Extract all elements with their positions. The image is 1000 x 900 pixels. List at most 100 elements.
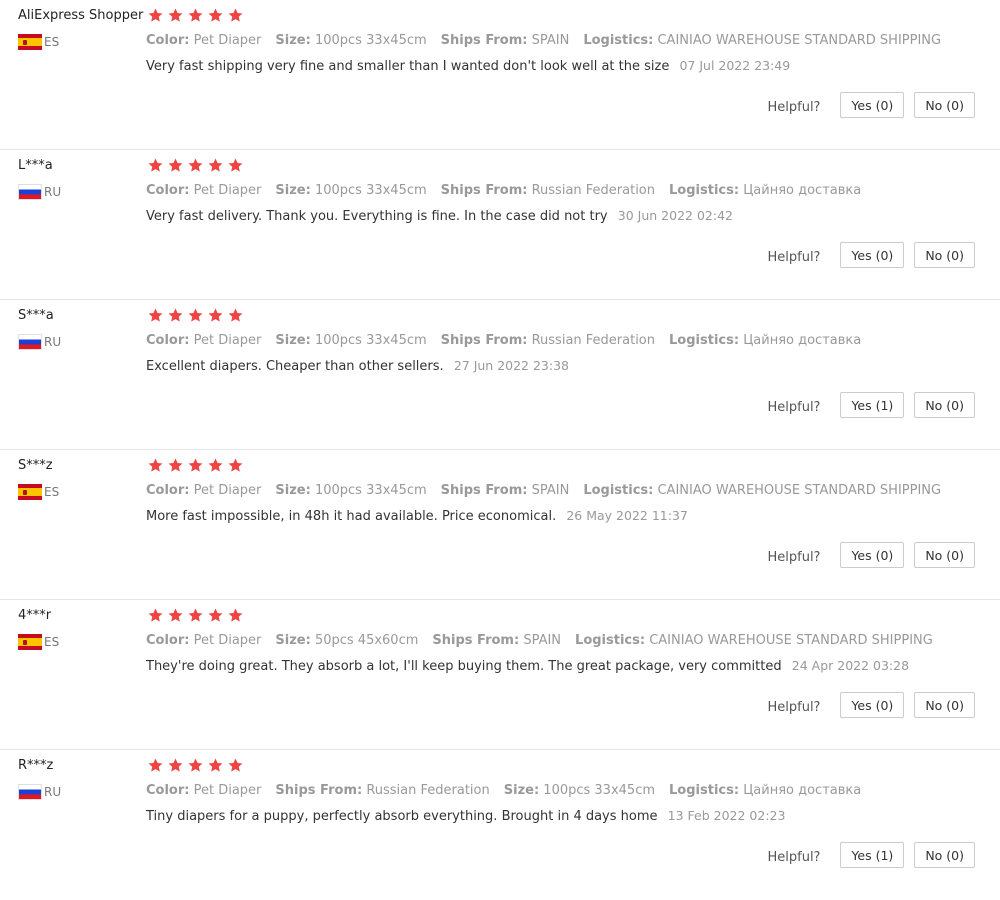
attribute-key: Size: xyxy=(275,183,311,198)
product-attributes: Color: Pet Diaper Size: 100pcs 33x45cm Shi… xyxy=(146,483,955,498)
helpful-no-button[interactable]: No (0) xyxy=(914,242,975,268)
star-icon xyxy=(207,757,224,774)
review-item: R***z RU Color: Pet Diaper Ships From: Ru… xyxy=(0,750,1000,900)
star-icon xyxy=(147,457,164,474)
helpful-no-button[interactable]: No (0) xyxy=(914,392,975,418)
product-attribute: Color: Pet Diaper xyxy=(146,183,261,198)
attribute-value: SPAIN xyxy=(531,483,570,498)
attribute-value: 100pcs 33x45cm xyxy=(543,783,656,798)
helpful-label: Helpful? xyxy=(767,699,821,715)
helpful-yes-button[interactable]: Yes (0) xyxy=(840,242,905,268)
attribute-value: Pet Diaper xyxy=(193,183,262,198)
review-comment: More fast impossible, in 48h it had avai… xyxy=(146,508,688,524)
attribute-key: Size: xyxy=(275,633,311,648)
star-icon xyxy=(187,157,204,174)
product-attributes: Color: Pet Diaper Size: 100pcs 33x45cm Shi… xyxy=(146,33,955,48)
helpful-no-button[interactable]: No (0) xyxy=(914,92,975,118)
spain-flag-icon xyxy=(18,484,42,500)
attribute-key: Size: xyxy=(275,33,311,48)
helpful-vote: Helpful? Yes (1) No (0) xyxy=(767,842,975,868)
star-rating xyxy=(147,307,244,324)
reviewer-name: R***z xyxy=(18,758,54,773)
reviewer-country: RU xyxy=(18,784,61,800)
attribute-key: Ships From: xyxy=(440,483,528,498)
attribute-value: CAINIAO WAREHOUSE STANDARD SHIPPING xyxy=(657,483,942,498)
review-date: 07 Jul 2022 23:49 xyxy=(679,58,791,73)
product-attribute: Color: Pet Diaper xyxy=(146,33,261,48)
attribute-value: Цайняо доставка xyxy=(743,183,862,198)
helpful-no-button[interactable]: No (0) xyxy=(914,692,975,718)
attribute-value: 100pcs 33x45cm xyxy=(314,483,427,498)
product-attribute: Logistics: CAINIAO WAREHOUSE STANDARD SH… xyxy=(583,33,941,48)
review-comment: Excellent diapers. Cheaper than other se… xyxy=(146,358,569,374)
helpful-vote: Helpful? Yes (0) No (0) xyxy=(767,92,975,118)
product-attributes: Color: Pet Diaper Ships From: Russian Fed… xyxy=(146,783,875,798)
product-attribute: Ships From: SPAIN xyxy=(441,33,570,48)
star-icon xyxy=(227,7,244,24)
review-text: Tiny diapers for a puppy, perfectly abso… xyxy=(146,809,658,824)
country-code: RU xyxy=(44,335,62,349)
star-icon xyxy=(227,157,244,174)
review-comment: Very fast delivery. Thank you. Everythin… xyxy=(146,208,733,224)
attribute-value: 100pcs 33x45cm xyxy=(314,333,427,348)
review-date: 27 Jun 2022 23:38 xyxy=(453,358,570,373)
country-code: RU xyxy=(44,785,62,799)
star-icon xyxy=(147,157,164,174)
star-icon xyxy=(167,457,184,474)
product-attribute: Color: Pet Diaper xyxy=(146,333,261,348)
product-attribute: Size: 50pcs 45x60cm xyxy=(275,633,418,648)
review-comment: Tiny diapers for a puppy, perfectly abso… xyxy=(146,808,785,824)
star-rating xyxy=(147,457,244,474)
helpful-yes-button[interactable]: Yes (0) xyxy=(840,542,905,568)
country-code: ES xyxy=(44,635,60,649)
star-icon xyxy=(167,7,184,24)
star-icon xyxy=(187,457,204,474)
helpful-yes-button[interactable]: Yes (0) xyxy=(840,692,905,718)
attribute-key: Logistics: xyxy=(583,483,654,498)
star-icon xyxy=(207,607,224,624)
star-icon xyxy=(227,607,244,624)
star-icon xyxy=(207,307,224,324)
helpful-yes-button[interactable]: Yes (1) xyxy=(840,392,905,418)
attribute-key: Color: xyxy=(146,633,190,648)
star-icon xyxy=(207,7,224,24)
product-attributes: Color: Pet Diaper Size: 50pcs 45x60cm Ship… xyxy=(146,633,947,648)
helpful-yes-button[interactable]: Yes (1) xyxy=(840,842,905,868)
review-item: S***z ES Color: Pet Diaper Size: 100pcs 3… xyxy=(0,450,1000,600)
helpful-vote: Helpful? Yes (0) No (0) xyxy=(767,542,975,568)
helpful-no-button[interactable]: No (0) xyxy=(914,542,975,568)
attribute-value: Russian Federation xyxy=(531,183,656,198)
helpful-label: Helpful? xyxy=(767,99,821,115)
product-attribute: Ships From: SPAIN xyxy=(441,483,570,498)
product-attribute: Size: 100pcs 33x45cm xyxy=(275,333,426,348)
attribute-key: Size: xyxy=(503,783,540,798)
reviewer-country: ES xyxy=(18,634,59,650)
attribute-value: Pet Diaper xyxy=(193,633,262,648)
star-rating xyxy=(147,757,244,774)
attribute-key: Ships From: xyxy=(440,33,528,48)
attribute-value: Pet Diaper xyxy=(193,483,262,498)
attribute-key: Color: xyxy=(146,333,190,348)
product-attribute: Ships From: Russian Federation xyxy=(441,183,655,198)
star-icon xyxy=(207,457,224,474)
star-icon xyxy=(187,7,204,24)
star-icon xyxy=(187,307,204,324)
reviewer-country: ES xyxy=(18,34,59,50)
helpful-vote: Helpful? Yes (0) No (0) xyxy=(767,692,975,718)
attribute-value: Pet Diaper xyxy=(193,33,262,48)
reviewer-country: RU xyxy=(18,184,61,200)
attribute-value: Pet Diaper xyxy=(193,783,262,798)
helpful-yes-button[interactable]: Yes (0) xyxy=(840,92,905,118)
helpful-label: Helpful? xyxy=(767,249,821,265)
star-icon xyxy=(167,157,184,174)
attribute-value: Цайняо доставка xyxy=(743,333,862,348)
attribute-key: Color: xyxy=(146,783,190,798)
product-attribute: Size: 100pcs 33x45cm xyxy=(275,33,426,48)
helpful-no-button[interactable]: No (0) xyxy=(914,842,975,868)
attribute-key: Logistics: xyxy=(575,633,646,648)
spain-flag-icon xyxy=(18,634,42,650)
product-attribute: Size: 100pcs 33x45cm xyxy=(504,783,655,798)
review-comment: Very fast shipping very fine and smaller… xyxy=(146,58,790,74)
attribute-key: Color: xyxy=(146,483,190,498)
star-rating xyxy=(147,7,244,24)
